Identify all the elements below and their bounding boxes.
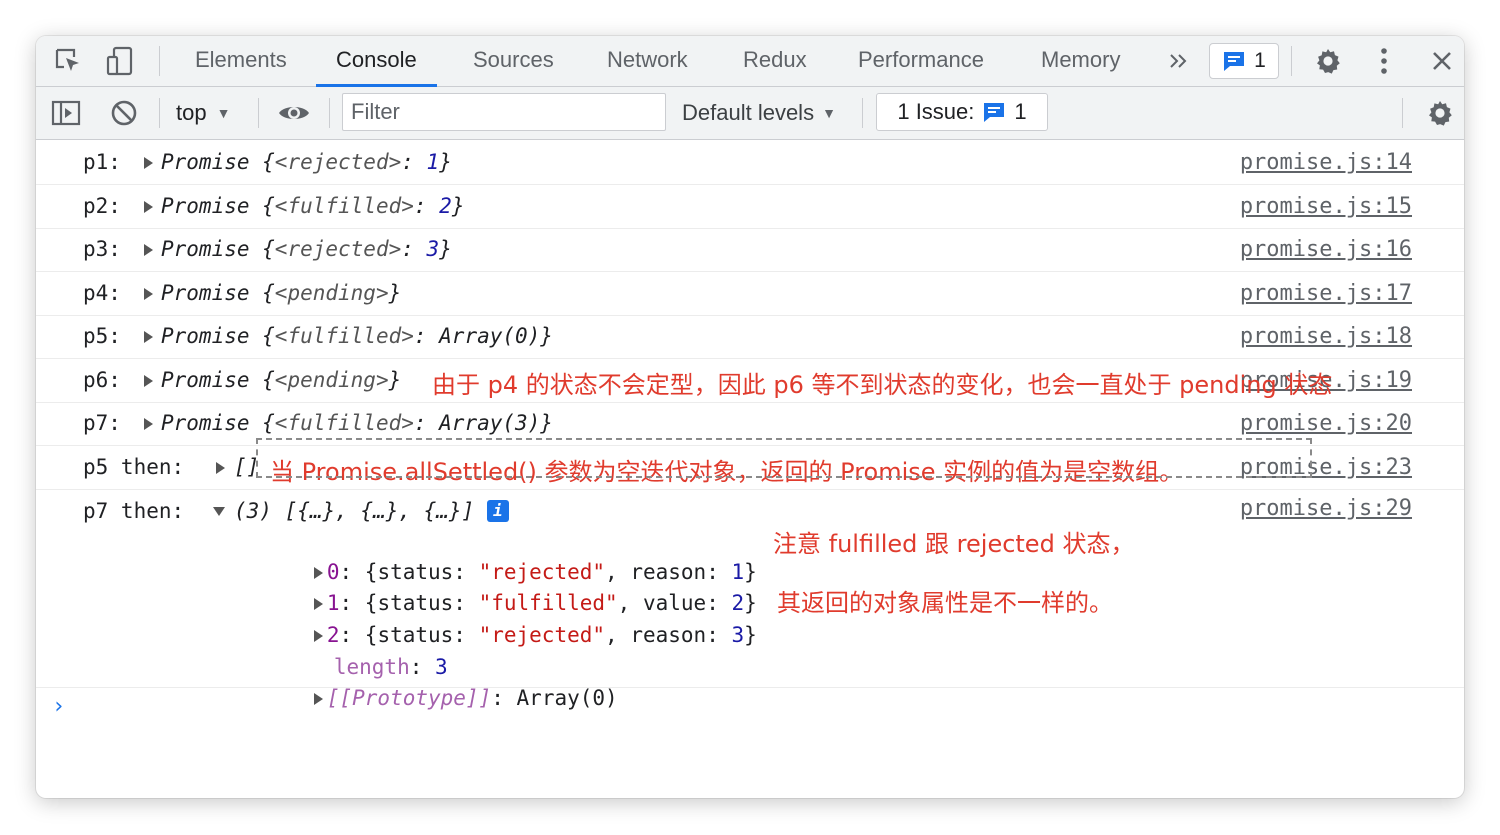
expand-triangle-icon[interactable] bbox=[313, 693, 323, 705]
issues-count: 1 bbox=[1014, 99, 1027, 124]
console-message: p1: Promise {<rejected>: 1} promise.js:1… bbox=[36, 141, 1464, 185]
tab-performance[interactable]: Performance bbox=[838, 36, 1004, 86]
source-link[interactable]: promise.js:16 bbox=[1240, 228, 1412, 271]
clear-console-icon[interactable] bbox=[106, 87, 142, 139]
tab-memory[interactable]: Memory bbox=[1021, 36, 1140, 86]
inspect-element-icon[interactable] bbox=[48, 36, 88, 86]
annotation-p7-line2: 其返回的对象属性是不一样的。 bbox=[777, 589, 1113, 617]
messages-count: 1 bbox=[1254, 49, 1266, 72]
context-label: top bbox=[176, 100, 207, 125]
prototype-property[interactable]: [[Prototype]]: Array(0) bbox=[238, 653, 618, 743]
source-link[interactable]: promise.js:17 bbox=[1240, 272, 1412, 315]
console-settings-gear-icon[interactable] bbox=[1422, 87, 1458, 139]
close-icon[interactable] bbox=[1426, 36, 1458, 86]
issues-button[interactable]: 1 Issue: 1 bbox=[876, 93, 1048, 131]
dropdown-arrow-icon: ▼ bbox=[822, 105, 836, 121]
divider bbox=[1402, 98, 1403, 128]
promise-preview[interactable]: Promise {<pending>} bbox=[161, 272, 401, 315]
tab-network[interactable]: Network bbox=[587, 36, 708, 86]
message-label: p3: bbox=[83, 237, 134, 261]
expand-triangle-icon[interactable] bbox=[144, 244, 153, 256]
divider bbox=[258, 98, 259, 128]
console-message: p4: Promise {<pending>} promise.js:17 bbox=[36, 272, 1464, 316]
console-toolbar: top ▼ Default levels ▼ 1 Issue: 1 bbox=[36, 87, 1464, 140]
annotation-p6: 由于 p4 的状态不会定型，因此 p6 等不到状态的变化，也会一直处于 pend… bbox=[432, 371, 1333, 399]
message-label: p7: bbox=[83, 411, 134, 435]
console-message: p6: Promise {<pending>} promise.js:19 由于… bbox=[36, 359, 1464, 403]
console-message: p5: Promise {<fulfilled>: Array(0)} prom… bbox=[36, 315, 1464, 359]
log-levels-dropdown[interactable]: Default levels ▼ bbox=[682, 87, 836, 139]
console-message: p2: Promise {<fulfilled>: 2} promise.js:… bbox=[36, 185, 1464, 229]
divider bbox=[329, 98, 330, 128]
more-tabs-chevron-icon[interactable] bbox=[1164, 36, 1194, 86]
message-label: p4: bbox=[83, 281, 134, 305]
message-label: p6: bbox=[83, 368, 134, 392]
expand-triangle-icon[interactable] bbox=[144, 157, 153, 169]
message-label: p5 then: bbox=[83, 455, 197, 479]
console-message-expanded: p7 then: (3) [{…}, {…}, {…}] i promise.j… bbox=[36, 489, 1464, 710]
message-label: p2: bbox=[83, 194, 134, 218]
live-expression-eye-icon[interactable] bbox=[274, 87, 314, 139]
promise-preview[interactable]: Promise {<fulfilled>: Array(0)} bbox=[161, 315, 553, 358]
annotation-dashed-frame bbox=[256, 438, 1312, 478]
expand-triangle-icon[interactable] bbox=[216, 462, 225, 474]
dropdown-arrow-icon: ▼ bbox=[216, 105, 231, 121]
promise-preview[interactable]: Promise {<rejected>: 1} bbox=[161, 141, 452, 184]
source-link[interactable]: promise.js:15 bbox=[1240, 185, 1412, 228]
devtools-tabbar: Elements Console Sources Network Redux P… bbox=[36, 36, 1464, 87]
more-options-icon[interactable] bbox=[1369, 36, 1399, 86]
tab-console[interactable]: Console bbox=[316, 36, 437, 87]
tab-redux[interactable]: Redux bbox=[723, 36, 827, 86]
info-icon[interactable]: i bbox=[486, 500, 509, 522]
source-link[interactable]: promise.js:14 bbox=[1240, 141, 1412, 184]
message-label: p1: bbox=[83, 150, 134, 174]
expand-triangle-icon[interactable] bbox=[144, 331, 153, 343]
filter-input[interactable] bbox=[342, 93, 666, 131]
array-summary: (3) [{…}, {…}, {…}] bbox=[234, 499, 475, 523]
divider bbox=[159, 98, 160, 128]
divider bbox=[1291, 46, 1292, 76]
annotation-p7-line1: 注意 fulfilled 跟 rejected 状态， bbox=[773, 530, 1135, 558]
collapse-triangle-icon[interactable] bbox=[213, 507, 225, 516]
expand-triangle-icon[interactable] bbox=[144, 418, 153, 430]
message-icon bbox=[984, 103, 1005, 122]
context-selector[interactable]: top ▼ bbox=[176, 87, 230, 139]
source-link[interactable]: promise.js:18 bbox=[1240, 315, 1412, 358]
console-prompt-icon[interactable]: › bbox=[52, 694, 65, 719]
devtools-window: Elements Console Sources Network Redux P… bbox=[36, 36, 1464, 798]
expand-triangle-icon[interactable] bbox=[144, 375, 153, 387]
message-icon bbox=[1224, 52, 1245, 71]
expand-triangle-icon[interactable] bbox=[144, 201, 153, 213]
device-toolbar-icon[interactable] bbox=[100, 36, 140, 86]
show-sidebar-icon[interactable] bbox=[48, 87, 84, 139]
messages-count-button[interactable]: 1 bbox=[1209, 43, 1279, 79]
issues-label: 1 Issue: bbox=[897, 99, 975, 124]
promise-preview[interactable]: Promise {<pending>} bbox=[161, 359, 401, 402]
source-link[interactable]: promise.js:29 bbox=[1240, 489, 1412, 529]
message-label: p7 then: bbox=[83, 499, 197, 523]
tab-elements[interactable]: Elements bbox=[175, 36, 307, 86]
message-label: p5: bbox=[83, 324, 134, 348]
divider bbox=[159, 46, 160, 76]
promise-preview[interactable]: Promise {<rejected>: 3} bbox=[161, 228, 452, 271]
console-message: p3: Promise {<rejected>: 3} promise.js:1… bbox=[36, 228, 1464, 272]
tab-sources[interactable]: Sources bbox=[453, 36, 574, 86]
levels-label: Default levels bbox=[682, 100, 815, 125]
settings-gear-icon[interactable] bbox=[1310, 36, 1346, 86]
promise-preview[interactable]: Promise {<fulfilled>: 2} bbox=[161, 185, 464, 228]
expand-triangle-icon[interactable] bbox=[144, 288, 153, 300]
divider bbox=[862, 98, 863, 128]
